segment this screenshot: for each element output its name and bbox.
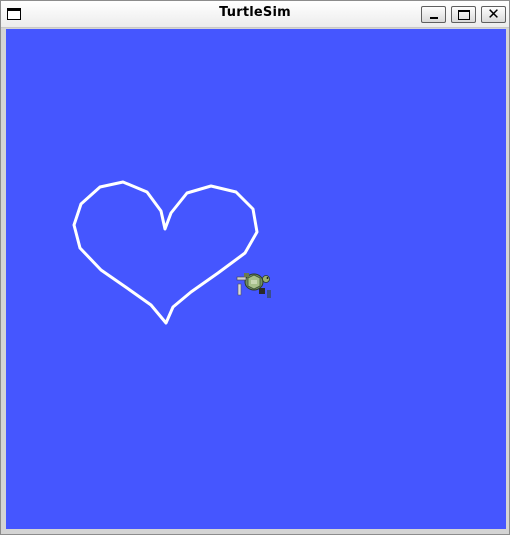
drawing-surface [72,180,271,325]
maximize-button[interactable] [451,6,476,23]
turtlesim-window: TurtleSim ✕ [0,0,510,535]
turtle-canvas [6,29,506,529]
title-bar[interactable]: TurtleSim ✕ [1,1,509,28]
maximize-icon [458,10,470,20]
minimize-icon [430,17,438,19]
close-button[interactable]: ✕ [481,6,506,23]
close-icon: ✕ [487,5,500,23]
heart-trail [72,180,259,325]
turtle-icon [236,273,271,298]
minimize-button[interactable] [421,6,446,23]
